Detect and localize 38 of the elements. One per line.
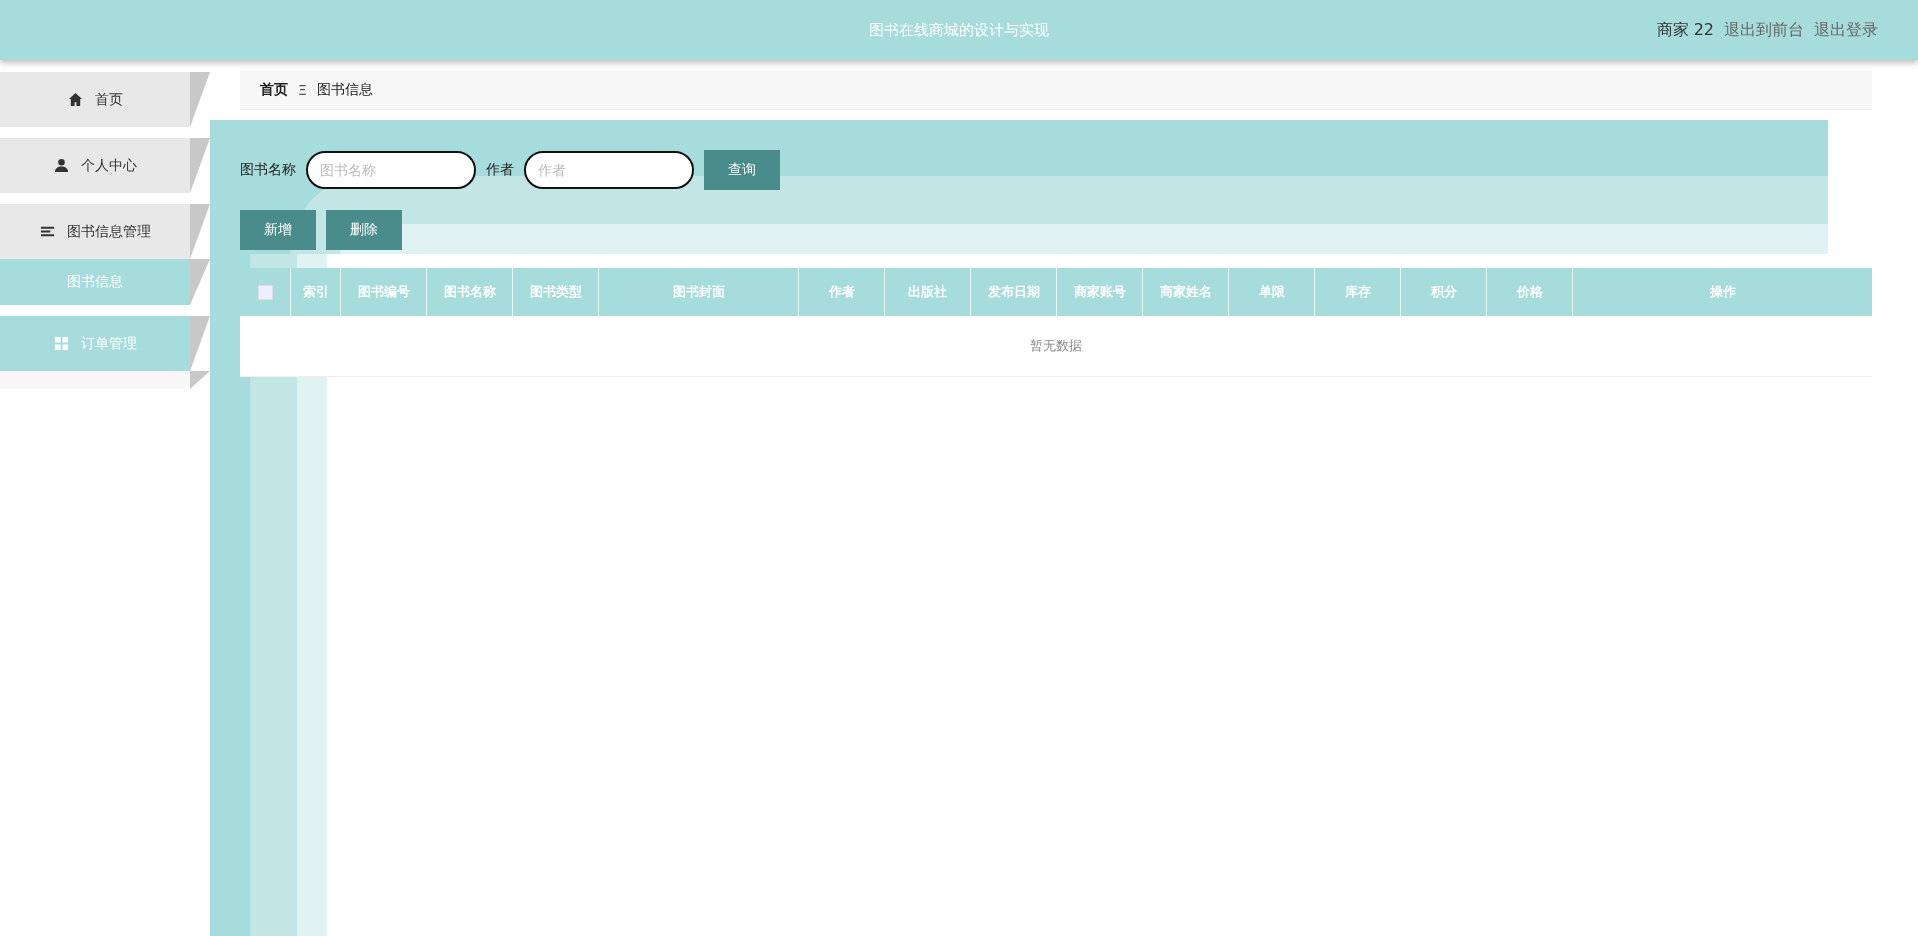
column-header: 发布日期: [970, 268, 1056, 316]
select-all-checkbox[interactable]: [257, 284, 273, 300]
column-header: 出版社: [884, 268, 970, 316]
column-header: 单限: [1228, 268, 1314, 316]
site-title: 图书在线商城的设计与实现: [869, 20, 1049, 40]
column-header: 作者: [798, 268, 884, 316]
search-button[interactable]: 查询: [704, 150, 780, 190]
user-name: 商家 22: [1656, 19, 1714, 41]
action-button[interactable]: 删除: [326, 210, 402, 250]
user-icon: [53, 158, 69, 173]
column-header: 操作: [1572, 268, 1872, 316]
header-link[interactable]: 退出到前台: [1724, 19, 1804, 41]
home-icon: [67, 92, 83, 107]
column-header: 商家账号: [1056, 268, 1142, 316]
column-header: 商家姓名: [1142, 268, 1228, 316]
column-header: 图书名称: [426, 268, 512, 316]
column-header: 积分: [1400, 268, 1486, 316]
field-label: 作者: [486, 161, 514, 179]
search-field[interactable]: 作者: [524, 151, 694, 189]
breadcrumb-link[interactable]: 首页: [260, 80, 288, 99]
menu-item[interactable]: 个人中心: [0, 138, 210, 193]
menu-item[interactable]: 图书信息管理: [0, 204, 210, 259]
menu-icon: [39, 224, 55, 239]
breadcrumb-current: 图书信息: [316, 80, 373, 99]
column-header: 价格: [1486, 268, 1572, 316]
field-label: 图书名称: [240, 161, 296, 179]
column-header: 图书封面: [598, 268, 798, 316]
header-link[interactable]: 退出登录: [1814, 19, 1878, 41]
action-button[interactable]: 新增: [240, 210, 316, 250]
column-header: 库存: [1314, 268, 1400, 316]
column-header: 图书类型: [512, 268, 598, 316]
empty-text: 暂无数据: [1030, 337, 1082, 355]
search-field[interactable]: 图书名称: [306, 151, 476, 189]
column-header: 图书编号: [340, 268, 426, 316]
grid-icon: [53, 336, 69, 351]
menu-item[interactable]: 首页: [0, 72, 210, 127]
column-header: 索引: [290, 268, 340, 316]
breadcrumb-separator: Ξ: [298, 81, 307, 98]
